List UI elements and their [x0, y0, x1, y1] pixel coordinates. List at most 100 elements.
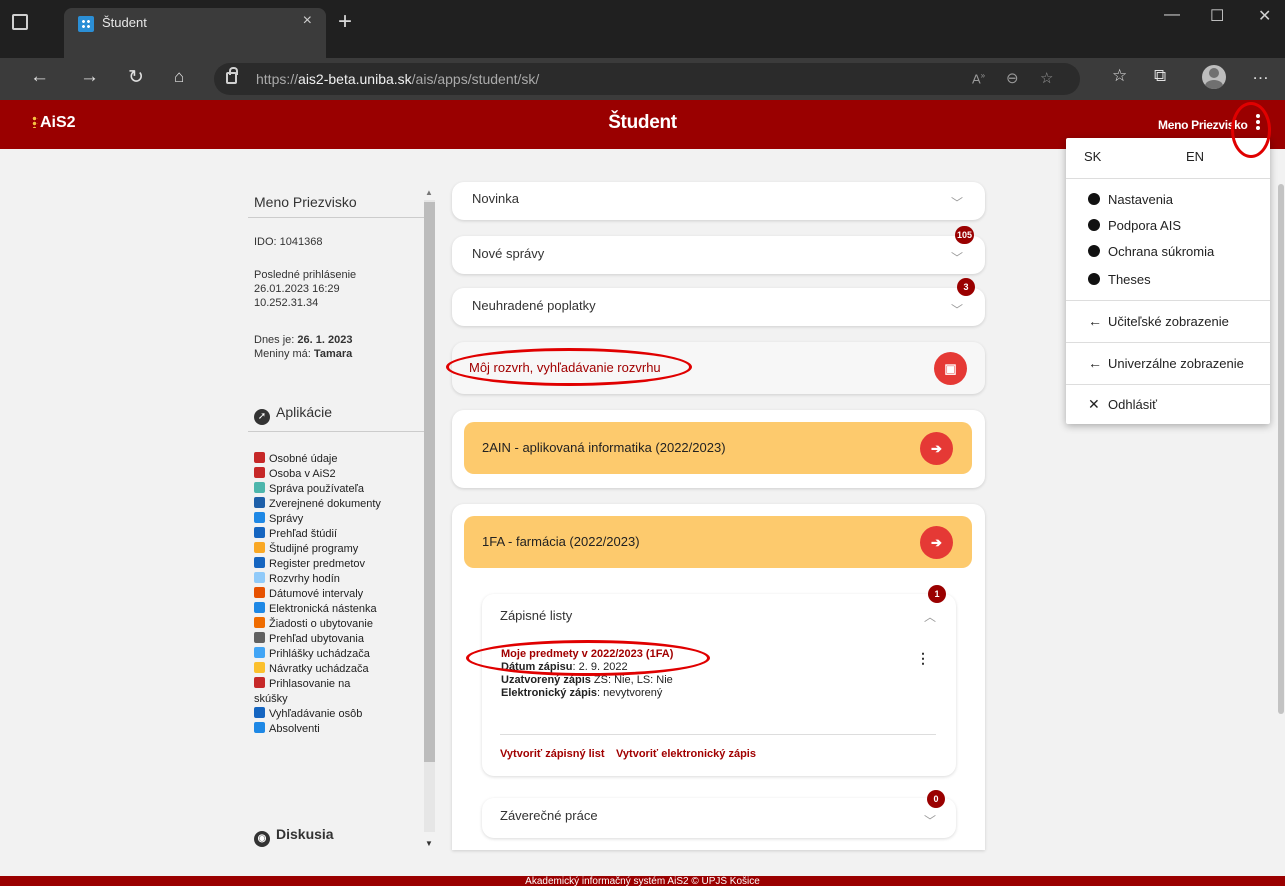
language-en[interactable]: EN — [1186, 149, 1204, 164]
chevron-down-icon[interactable]: ﹀ — [951, 301, 963, 318]
app-list-item[interactable]: Prehľad štúdií — [254, 527, 422, 542]
panel-scrollbar[interactable]: ▲ ▼ — [422, 188, 437, 848]
study-card-2ain: 2AIN - aplikovaná informatika (2022/2023… — [452, 410, 985, 488]
chevron-down-icon[interactable]: ﹀ — [924, 812, 936, 829]
app-label: Prehľad ubytovania — [269, 633, 364, 645]
forward-arrow-icon[interactable]: → — [80, 66, 99, 88]
panel-label: Nové správy — [472, 246, 545, 261]
menu-item-privacy[interactable]: Ochrana súkromia — [1088, 244, 1214, 259]
menu-item-universal-view[interactable]: ← Univerzálne zobrazenie — [1088, 355, 1244, 371]
app-list-item[interactable]: Študijné programy — [254, 542, 422, 557]
enrollment-lists-panel: Zápisné listy ︿ Moje predmety v 2022/202… — [482, 594, 956, 776]
tab-actions-icon[interactable] — [12, 14, 28, 30]
calendar-icon[interactable]: ▣ — [934, 352, 967, 385]
favorite-star-icon[interactable]: ☆ — [1040, 69, 1053, 87]
scroll-down-arrow-icon[interactable]: ▼ — [425, 839, 433, 848]
item-more-icon[interactable]: ⋮ — [916, 650, 930, 667]
favorites-list-icon[interactable]: ☆ — [1112, 66, 1127, 86]
menu-item-teacher-view[interactable]: ← Učiteľské zobrazenie — [1088, 313, 1229, 329]
app-list-item[interactable]: Register predmetov — [254, 557, 422, 572]
menu-item-support[interactable]: Podpora AIS — [1088, 218, 1181, 233]
app-list-item[interactable]: Správa používateľa — [254, 482, 422, 497]
page-scrollbar[interactable] — [1276, 150, 1285, 850]
enter-study-icon[interactable]: ➔ — [920, 432, 953, 465]
app-list-item[interactable]: Dátumové intervaly — [254, 587, 422, 602]
discussion-icon: ◉ — [254, 831, 270, 847]
app-list-item[interactable]: skúšky — [254, 692, 422, 707]
browser-menu-icon[interactable]: … — [1252, 64, 1269, 84]
app-list-item[interactable]: Prihlasovanie na — [254, 677, 422, 692]
profile-avatar-icon[interactable] — [1202, 65, 1226, 89]
maximize-button[interactable]: ☐ — [1210, 6, 1224, 26]
chevron-down-icon[interactable]: ﹀ — [951, 194, 963, 211]
new-messages-panel[interactable]: Nové správy ﹀ — [452, 236, 985, 274]
menu-item-logout[interactable]: ✕ Odhlásiť — [1088, 396, 1157, 413]
bullet-icon — [1088, 219, 1100, 231]
field-label: Dátum zápisu — [501, 661, 573, 673]
timetable-icon — [254, 572, 265, 583]
back-arrow-icon[interactable]: ← — [30, 66, 49, 88]
app-label: Prehľad štúdií — [269, 528, 338, 540]
app-label: Zverejnené dokumenty — [269, 498, 381, 510]
lock-icon[interactable] — [226, 67, 238, 84]
user-name[interactable]: Meno Priezvisko — [1158, 118, 1248, 132]
app-list-item[interactable]: Správy — [254, 512, 422, 527]
more-options-icon[interactable] — [1253, 114, 1263, 134]
enter-study-icon[interactable]: ➔ — [920, 526, 953, 559]
app-label: Študijné programy — [269, 543, 359, 555]
tab-close-icon[interactable]: × — [303, 12, 312, 30]
app-label: Prihlášky uchádzača — [269, 648, 370, 660]
minimize-button[interactable]: — — [1164, 6, 1180, 24]
panel-label: Neuhradené poplatky — [472, 298, 596, 313]
app-list-item[interactable]: Absolventi — [254, 722, 422, 737]
close-window-button[interactable]: ✕ — [1258, 6, 1271, 26]
app-list-item[interactable]: Osoba v AiS2 — [254, 467, 422, 482]
browser-tab[interactable]: Študent × — [64, 8, 326, 58]
chevron-down-icon[interactable]: ﹀ — [951, 249, 963, 266]
document-icon — [254, 497, 265, 508]
scrollbar-thumb[interactable] — [424, 202, 435, 762]
bullet-icon — [1088, 245, 1100, 257]
app-list-item[interactable]: Rozvrhy hodín — [254, 572, 422, 587]
page-title: Študent — [608, 112, 677, 133]
unpaid-fees-panel[interactable]: Neuhradené poplatky ﹀ — [452, 288, 985, 326]
enrollment-list-link[interactable]: Moje predmety v 2022/2023 (1FA) — [501, 648, 673, 661]
app-list-item[interactable]: Zverejnené dokumenty — [254, 497, 422, 512]
novinka-panel[interactable]: Novinka ﹀ — [452, 182, 985, 220]
create-electronic-enrollment-button[interactable]: Vytvoriť elektronický zápis — [616, 748, 756, 760]
app-list-item[interactable]: Elektronická nástenka — [254, 602, 422, 617]
timetable-panel[interactable]: Môj rozvrh, vyhľadávanie rozvrhu ▣ — [452, 342, 985, 394]
read-aloud-icon[interactable]: A» — [972, 71, 985, 86]
new-tab-button[interactable]: + — [338, 8, 352, 36]
timetable-link[interactable]: Môj rozvrh, vyhľadávanie rozvrhu — [469, 360, 661, 375]
chevron-up-icon[interactable]: ︿ — [924, 608, 936, 625]
language-sk[interactable]: SK — [1084, 149, 1101, 164]
scrollbar-thumb[interactable] — [1278, 184, 1284, 714]
scroll-up-arrow-icon[interactable]: ▲ — [425, 188, 433, 197]
theses-panel[interactable]: Záverečné práce ﹀ — [482, 798, 956, 838]
divider — [1066, 384, 1270, 385]
refresh-icon[interactable]: ↻ — [128, 66, 144, 89]
study-header-2ain[interactable]: 2AIN - aplikovaná informatika (2022/2023… — [464, 422, 972, 474]
return-icon — [254, 662, 265, 673]
url-input[interactable]: https://ais2-beta.uniba.sk/ais/apps/stud… — [214, 63, 1080, 95]
app-list-item[interactable]: Žiadosti o ubytovanie — [254, 617, 422, 632]
zoom-icon[interactable]: ⊖ — [1006, 69, 1019, 87]
create-enrollment-list-button[interactable]: Vytvoriť zápisný list — [500, 748, 605, 760]
menu-item-settings[interactable]: Nastavenia — [1088, 192, 1173, 207]
app-list-item[interactable]: Návratky uchádzača — [254, 662, 422, 677]
menu-item-theses[interactable]: Theses — [1088, 272, 1151, 287]
board-icon — [254, 602, 265, 613]
app-list-item[interactable]: Vyhľadávanie osôb — [254, 707, 422, 722]
grid-icon — [254, 632, 265, 643]
app-list-item[interactable]: Prihlášky uchádzača — [254, 647, 422, 662]
home-icon[interactable]: ⌂ — [174, 67, 184, 87]
address-bar: ← → ↻ ⌂ https://ais2-beta.uniba.sk/ais/a… — [0, 58, 1285, 100]
app-list-item[interactable]: Prehľad ubytovania — [254, 632, 422, 647]
discussion-heading[interactable]: ◉ Diskusia — [254, 826, 334, 847]
study-header-1fa[interactable]: 1FA - farmácia (2022/2023) ➔ — [464, 516, 972, 568]
collections-icon[interactable]: ⧉ — [1154, 66, 1166, 86]
app-list-item[interactable]: Osobné údaje — [254, 452, 422, 467]
last-login-ip: 10.252.31.34 — [254, 297, 319, 309]
today-label: Dnes je: — [254, 334, 298, 346]
